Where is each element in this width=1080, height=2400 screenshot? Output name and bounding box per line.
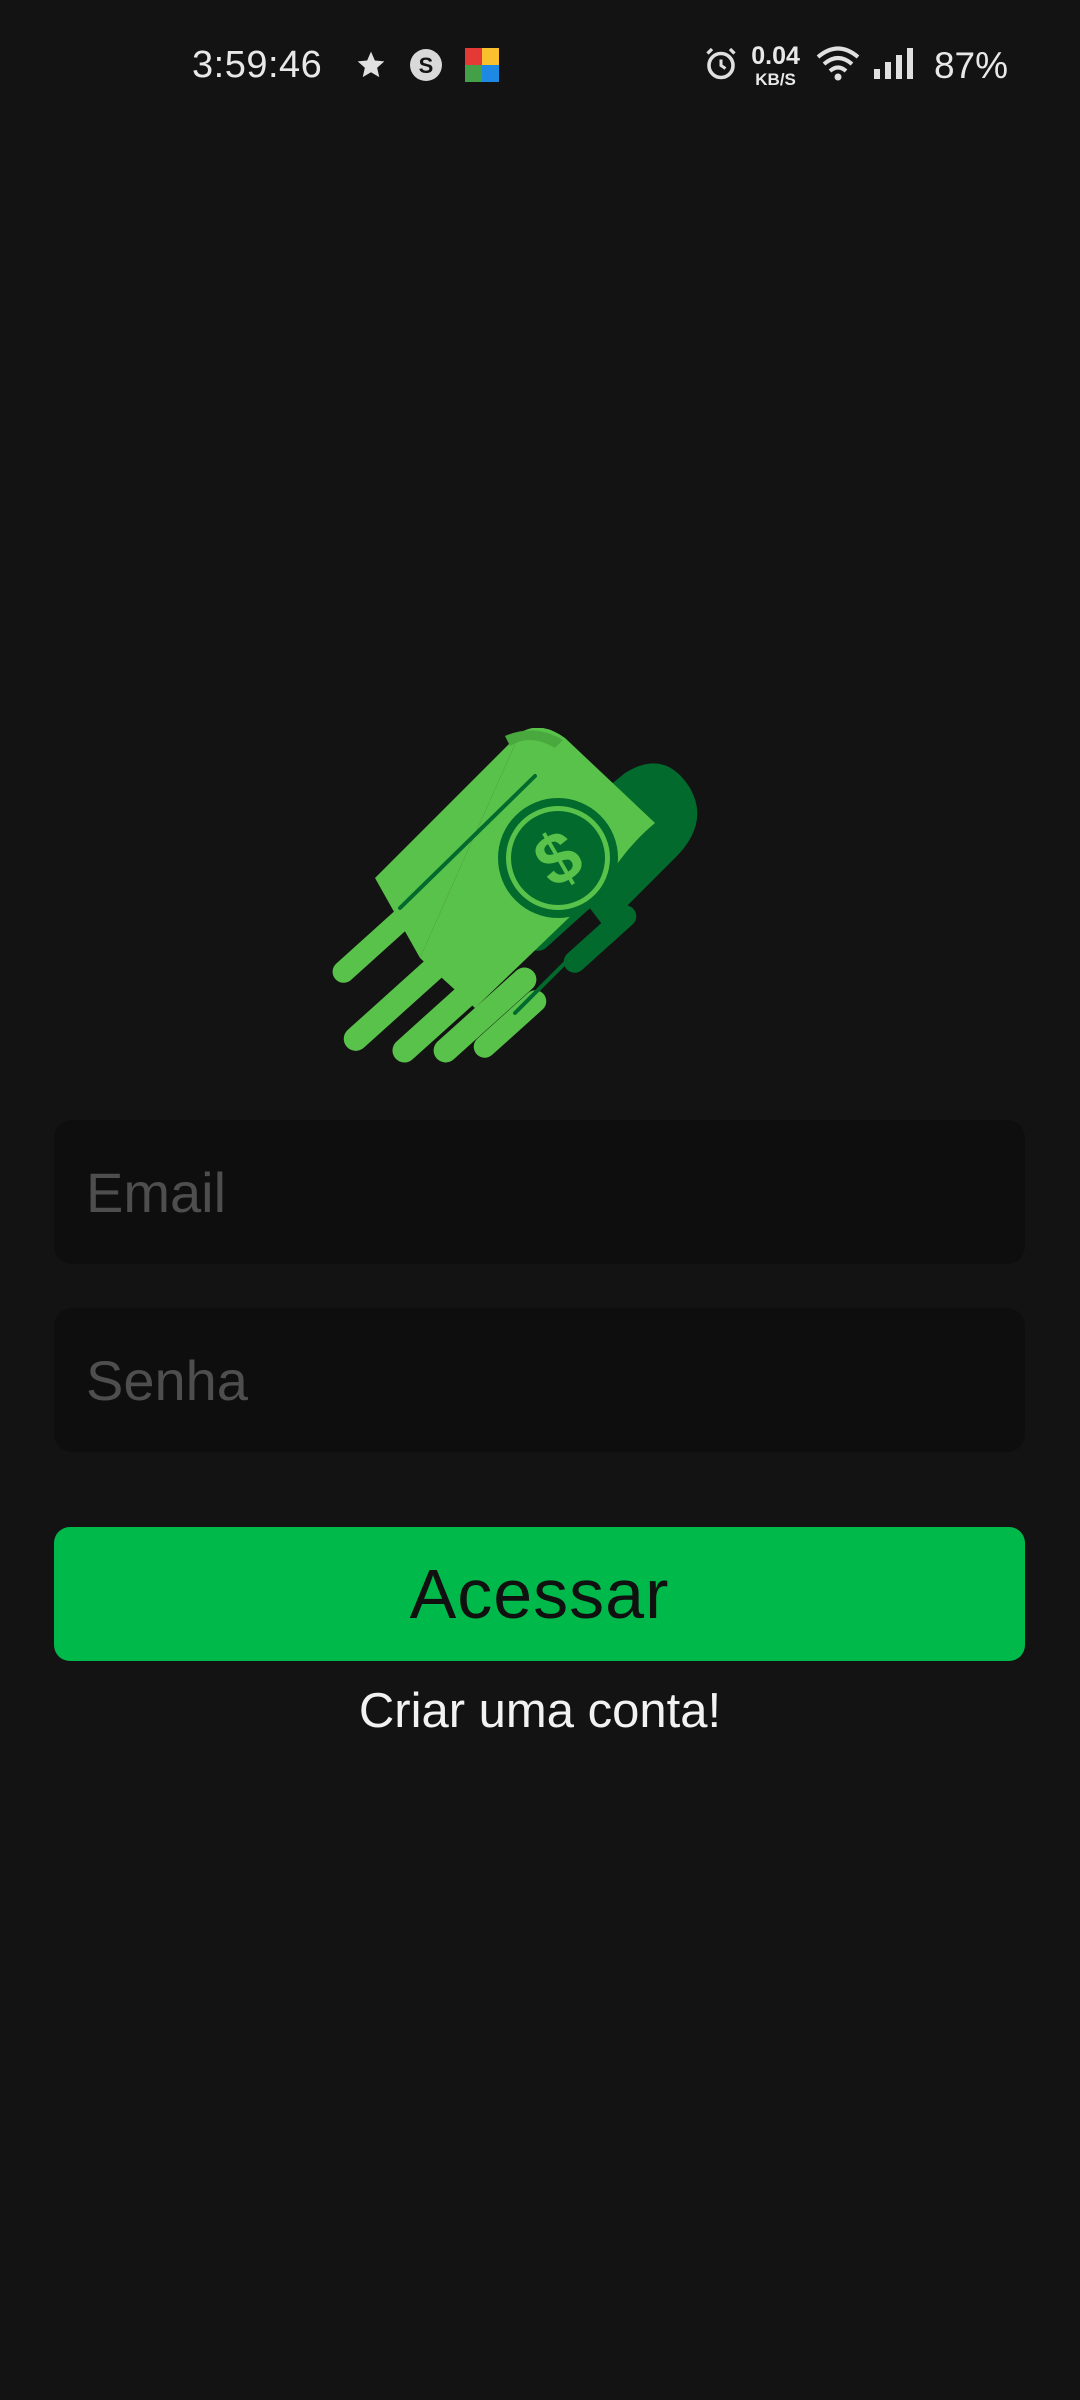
wifi-icon [816, 46, 860, 87]
status-time: 3:59:46 [192, 44, 323, 86]
system-status: 0.04 KB/S 87% [703, 44, 1008, 88]
battery-percentage: 87% [933, 45, 1008, 86]
access-button[interactable]: Acessar [54, 1527, 1025, 1661]
svg-text:S: S [419, 53, 434, 78]
alarm-icon [703, 46, 739, 87]
s-circle-icon: S [409, 48, 443, 87]
star-icon [355, 49, 387, 86]
email-field[interactable] [54, 1120, 1025, 1264]
keyboard-app-icon [465, 48, 499, 87]
password-field[interactable] [54, 1308, 1025, 1452]
flying-money-icon: $ [325, 727, 755, 1078]
network-speed-value: 0.04 [751, 42, 800, 70]
password-input[interactable] [84, 1346, 1025, 1414]
email-input[interactable] [84, 1158, 1025, 1226]
network-speed-unit: KB/S [755, 70, 796, 89]
status-bar: 3:59:46 S 0.04 KB/S 87% [0, 0, 1080, 140]
network-speed: 0.04 KB/S [751, 42, 800, 89]
create-account-link[interactable]: Criar uma conta! [0, 1683, 1080, 1739]
signal-icon [872, 47, 916, 86]
notification-icons: S [355, 48, 499, 87]
login-screen: 3:59:46 S 0.04 KB/S 87% $ Email Acessar … [0, 0, 1080, 2400]
